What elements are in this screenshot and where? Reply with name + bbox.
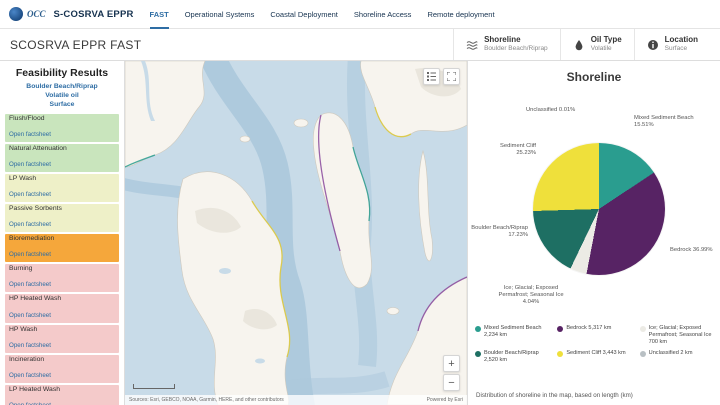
selection-text: Boulder Beach/Riprap Volatile oil Surfac…	[3, 82, 121, 110]
oil-type-selector[interactable]: Oil Type Volatile	[560, 29, 634, 60]
legend-icon	[427, 72, 436, 81]
oil-type-value: Volatile	[591, 45, 622, 53]
pie-label-mixed-sediment-beach: Mixed Sediment Beach 15.51%	[634, 115, 694, 129]
treatment-row-burning: Burning Open factsheet	[5, 264, 119, 292]
tab-remote-deployment[interactable]: Remote deployment	[427, 0, 494, 29]
treatment-row-hp-heated-wash: HP Heated Wash Open factsheet	[5, 294, 119, 322]
oil-type-label: Oil Type	[591, 35, 622, 45]
map-canvas[interactable]	[125, 61, 467, 405]
occ-logo-text: OCC	[27, 9, 46, 19]
open-factsheet-link[interactable]: Open factsheet	[9, 161, 51, 168]
map-toolbar	[423, 68, 460, 85]
open-factsheet-link[interactable]: Open factsheet	[9, 342, 51, 349]
tab-fast[interactable]: FAST	[150, 0, 169, 29]
pie-legend-item-boulder-beach-riprap: Boulder Beach/Riprap 2,520 km	[475, 350, 550, 364]
zoom-in-button[interactable]: +	[443, 355, 460, 372]
expand-icon	[447, 72, 456, 81]
shoreline-label: Shoreline	[484, 35, 548, 45]
treatment-row-lp-wash: LP Wash Open factsheet	[5, 174, 119, 202]
selection-summary: Shoreline Boulder Beach/Riprap Oil Type …	[453, 29, 710, 60]
treatment-row-flush-flood: Flush/Flood Open factsheet	[5, 114, 119, 142]
pie-legend-item-ice-glacial: Ice; Glacial; Exposed Permafrost; Season…	[640, 325, 715, 346]
treatment-row-hp-wash: HP Wash Open factsheet	[5, 325, 119, 353]
shoreline-pie[interactable]	[533, 143, 665, 275]
legend-dot	[640, 326, 646, 332]
feasibility-results-title: Feasibility Results	[3, 67, 121, 79]
shoreline-chart-panel: Shoreline Unclassified 0.01% Mixed Sedim…	[467, 61, 720, 405]
map-expand-button[interactable]	[443, 68, 460, 85]
top-navigation-bar: OCC S-COSRVA EPPR FAST Operational Syste…	[0, 0, 720, 29]
attribution-text: Sources: Esri, GEBCO, NOAA, Garmin, HERE…	[129, 397, 284, 403]
nav-tabs: FAST Operational Systems Coastal Deploym…	[150, 0, 495, 29]
legend-dot	[640, 351, 646, 357]
pie-legend-item-sediment-cliff: Sediment Cliff 3,443 km	[557, 350, 632, 364]
pie-label-boulder-beach-riprap: Boulder Beach/Riprap 17.23%	[468, 225, 528, 239]
shoreline-chart-title: Shoreline	[468, 70, 720, 84]
treatment-row-passive-sorbents: Passive Sorbents Open factsheet	[5, 204, 119, 232]
map-legend-button[interactable]	[423, 68, 440, 85]
selection-location: Surface	[3, 100, 121, 109]
pie-legend-item-mixed-sediment-beach: Mixed Sediment Beach 2,234 km	[475, 325, 550, 346]
pie-label-ice-glacial: Ice; Glacial; Exposed Permafrost; Season…	[498, 285, 564, 307]
open-factsheet-link[interactable]: Open factsheet	[9, 131, 51, 138]
map-attribution: Sources: Esri, GEBCO, NOAA, Garmin, HERE…	[125, 395, 467, 405]
feasibility-sidebar: Feasibility Results Boulder Beach/Riprap…	[0, 61, 125, 405]
legend-dot	[557, 326, 563, 332]
eppr-logo-icon	[9, 7, 23, 21]
chart-caption: Distribution of shoreline in the map, ba…	[476, 392, 633, 399]
legend-dot	[475, 326, 481, 332]
open-factsheet-link[interactable]: Open factsheet	[9, 281, 51, 288]
zoom-out-button[interactable]: −	[443, 374, 460, 391]
pie-legend-item-bedrock: Bedrock 5,317 km	[557, 325, 632, 346]
open-factsheet-link[interactable]: Open factsheet	[9, 191, 51, 198]
tab-shoreline-access[interactable]: Shoreline Access	[354, 0, 412, 29]
map-panel: + − Sources: Esri, GEBCO, NOAA, Garmin, …	[125, 61, 467, 405]
treatment-row-incineration: Incineration Open factsheet	[5, 355, 119, 383]
open-factsheet-link[interactable]: Open factsheet	[9, 372, 51, 379]
open-factsheet-link[interactable]: Open factsheet	[9, 312, 51, 319]
treatment-row-lp-heated-wash: LP Heated Wash Open factsheet	[5, 385, 119, 405]
open-factsheet-link[interactable]: Open factsheet	[9, 251, 51, 258]
app-title: S-COSRVA EPPR	[54, 9, 134, 20]
page-title: SCOSRVA EPPR FAST	[10, 38, 141, 52]
shoreline-value: Boulder Beach/Riprap	[484, 45, 548, 53]
location-value: Surface	[665, 45, 698, 53]
shoreline-icon	[466, 39, 478, 51]
legend-dot	[557, 351, 563, 357]
treatment-row-bioremediation: Bioremediation Open factsheet	[5, 234, 119, 262]
location-selector[interactable]: Location Surface	[634, 29, 710, 60]
selection-oil: Volatile oil	[3, 91, 121, 100]
legend-dot	[475, 351, 481, 357]
tab-operational-systems[interactable]: Operational Systems	[185, 0, 255, 29]
treatment-row-natural-attenuation: Natural Attenuation Open factsheet	[5, 144, 119, 172]
powered-by-esri: Powered by Esri	[427, 397, 463, 403]
tab-coastal-deployment[interactable]: Coastal Deployment	[270, 0, 338, 29]
pie-legend-item-unclassified: Unclassified 2 km	[640, 350, 715, 364]
selection-shoreline: Boulder Beach/Riprap	[3, 82, 121, 91]
pie-label-sediment-cliff: Sediment Cliff 25.23%	[480, 143, 536, 157]
pie-label-bedrock: Bedrock 36.99%	[670, 247, 716, 254]
shoreline-selector[interactable]: Shoreline Boulder Beach/Riprap	[453, 29, 560, 60]
info-icon	[647, 39, 659, 51]
map-scale-bar	[133, 384, 175, 389]
location-label: Location	[665, 35, 698, 45]
pie-legend: Mixed Sediment Beach 2,234 km Bedrock 5,…	[475, 325, 715, 364]
droplet-icon	[573, 39, 585, 51]
pie-label-unclassified: Unclassified 0.01%	[526, 107, 590, 114]
zoom-controls: + −	[443, 355, 460, 391]
open-factsheet-link[interactable]: Open factsheet	[9, 221, 51, 228]
page-header: SCOSRVA EPPR FAST Shoreline Boulder Beac…	[0, 29, 720, 61]
